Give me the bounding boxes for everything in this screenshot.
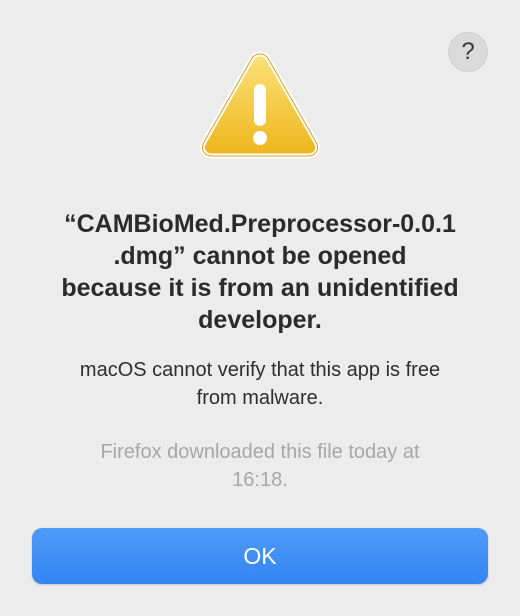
message-line: macOS cannot verify that this app is fre… [79,359,441,381]
title-line: developer. [198,306,322,334]
ok-button[interactable]: OK [32,528,488,584]
help-icon: ? [461,38,475,65]
dialog-title: “CAMBioMed.Preprocessor-0.0.1 .dmg” cann… [30,208,490,336]
title-line: “CAMBioMed.Preprocessor-0.0.1 [64,210,456,238]
title-line: .dmg” cannot be opened [113,242,407,270]
info-line: 16:18. [232,469,288,491]
warning-triangle-icon [199,51,321,159]
title-line: because it is from an unidentified [61,274,459,302]
message-line: from malware. [196,387,324,409]
info-line: Firefox downloaded this file today at [100,441,420,463]
dialog-message: macOS cannot verify that this app is fre… [30,356,490,412]
download-info: Firefox downloaded this file today at 16… [30,438,490,494]
alert-dialog: ? “CAMBioMed.Preprocessor-0.0.1 .dmg” ca… [0,0,520,616]
help-button[interactable]: ? [448,32,488,72]
